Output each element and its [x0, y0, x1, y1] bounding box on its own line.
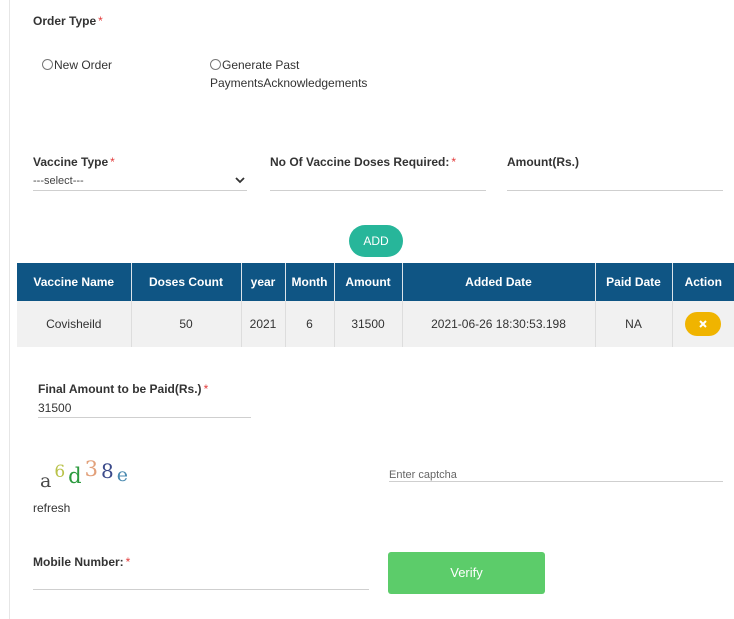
column-header-vaccine-name: Vaccine Name	[17, 263, 132, 301]
radio-new-order[interactable]: New Order	[42, 56, 112, 74]
radio-circle-icon[interactable]	[42, 59, 53, 70]
vaccine-type-label-text: Vaccine Type	[33, 155, 109, 169]
radio-generate-past-label: Generate Past	[222, 58, 300, 72]
cell-year: 2021	[241, 301, 286, 347]
vaccine-type-selected-value: ---select---	[33, 175, 84, 187]
captcha-char: 6	[54, 462, 66, 482]
vaccine-table: Vaccine Name Doses Count year Month Amou…	[17, 263, 734, 347]
captcha-char: 3	[84, 457, 98, 481]
table-row: Covisheild 50 2021 6 31500 2021-06-26 18…	[17, 301, 734, 347]
column-header-added-date: Added Date	[402, 263, 596, 301]
radio-generate-past-label-line2: PaymentsAcknowledgements	[210, 76, 368, 90]
close-icon	[699, 320, 707, 328]
mobile-number-label-text: Mobile Number:	[33, 555, 124, 569]
cell-action	[672, 301, 734, 347]
cell-paid-date: NA	[595, 301, 673, 347]
column-header-doses-count: Doses Count	[131, 263, 242, 301]
final-amount-field: 31500	[38, 401, 251, 418]
cell-vaccine-name: Covisheild	[17, 301, 132, 347]
required-mark: *	[110, 155, 115, 169]
order-type-label: Order Type *	[33, 14, 103, 28]
column-header-paid-date: Paid Date	[595, 263, 673, 301]
captcha-refresh-link[interactable]: refresh	[33, 501, 70, 515]
mobile-number-input[interactable]	[33, 574, 369, 590]
cell-added-date: 2021-06-26 18:30:53.198	[402, 301, 596, 347]
cell-amount: 31500	[334, 301, 403, 347]
final-amount-label: Final Amount to be Paid(Rs.) *	[38, 382, 208, 396]
vaccine-type-label: Vaccine Type *	[33, 155, 115, 169]
verify-button[interactable]: Verify	[388, 552, 545, 594]
captcha-image: a6d38e	[40, 457, 131, 492]
doses-label: No Of Vaccine Doses Required: *	[270, 155, 456, 169]
column-header-month: Month	[285, 263, 335, 301]
delete-row-button[interactable]	[685, 312, 722, 336]
required-mark: *	[125, 555, 131, 569]
table-header-row: Vaccine Name Doses Count year Month Amou…	[17, 263, 734, 301]
column-header-amount: Amount	[334, 263, 403, 301]
order-type-label-text: Order Type	[33, 14, 97, 28]
required-mark: *	[98, 14, 103, 28]
required-mark: *	[203, 382, 209, 396]
chevron-down-icon	[235, 175, 245, 187]
amount-input[interactable]	[507, 175, 723, 191]
doses-label-text: No Of Vaccine Doses Required:	[270, 155, 450, 169]
cell-doses-count: 50	[131, 301, 242, 347]
add-button[interactable]: ADD	[349, 225, 403, 257]
captcha-char: d	[68, 464, 82, 488]
captcha-char: 8	[100, 459, 114, 483]
radio-new-order-label: New Order	[54, 58, 113, 72]
captcha-char: a	[40, 470, 52, 492]
left-border	[9, 0, 10, 619]
captcha-char: e	[116, 464, 128, 486]
vaccine-type-select[interactable]: ---select---	[33, 175, 247, 191]
required-mark: *	[451, 155, 457, 169]
column-header-action: Action	[672, 263, 734, 301]
amount-label-text: Amount(Rs.)	[507, 155, 579, 169]
final-amount-label-text: Final Amount to be Paid(Rs.)	[38, 382, 202, 396]
captcha-input[interactable]: Enter captcha	[389, 465, 723, 482]
radio-generate-past[interactable]: Generate Past PaymentsAcknowledgements	[210, 56, 367, 92]
captcha-placeholder: Enter captcha	[389, 469, 457, 481]
cell-month: 6	[285, 301, 335, 347]
doses-input[interactable]	[270, 175, 486, 191]
column-header-year: year	[241, 263, 286, 301]
amount-label: Amount(Rs.)	[507, 155, 579, 169]
radio-circle-icon[interactable]	[210, 59, 221, 70]
mobile-number-label: Mobile Number: *	[33, 555, 130, 569]
